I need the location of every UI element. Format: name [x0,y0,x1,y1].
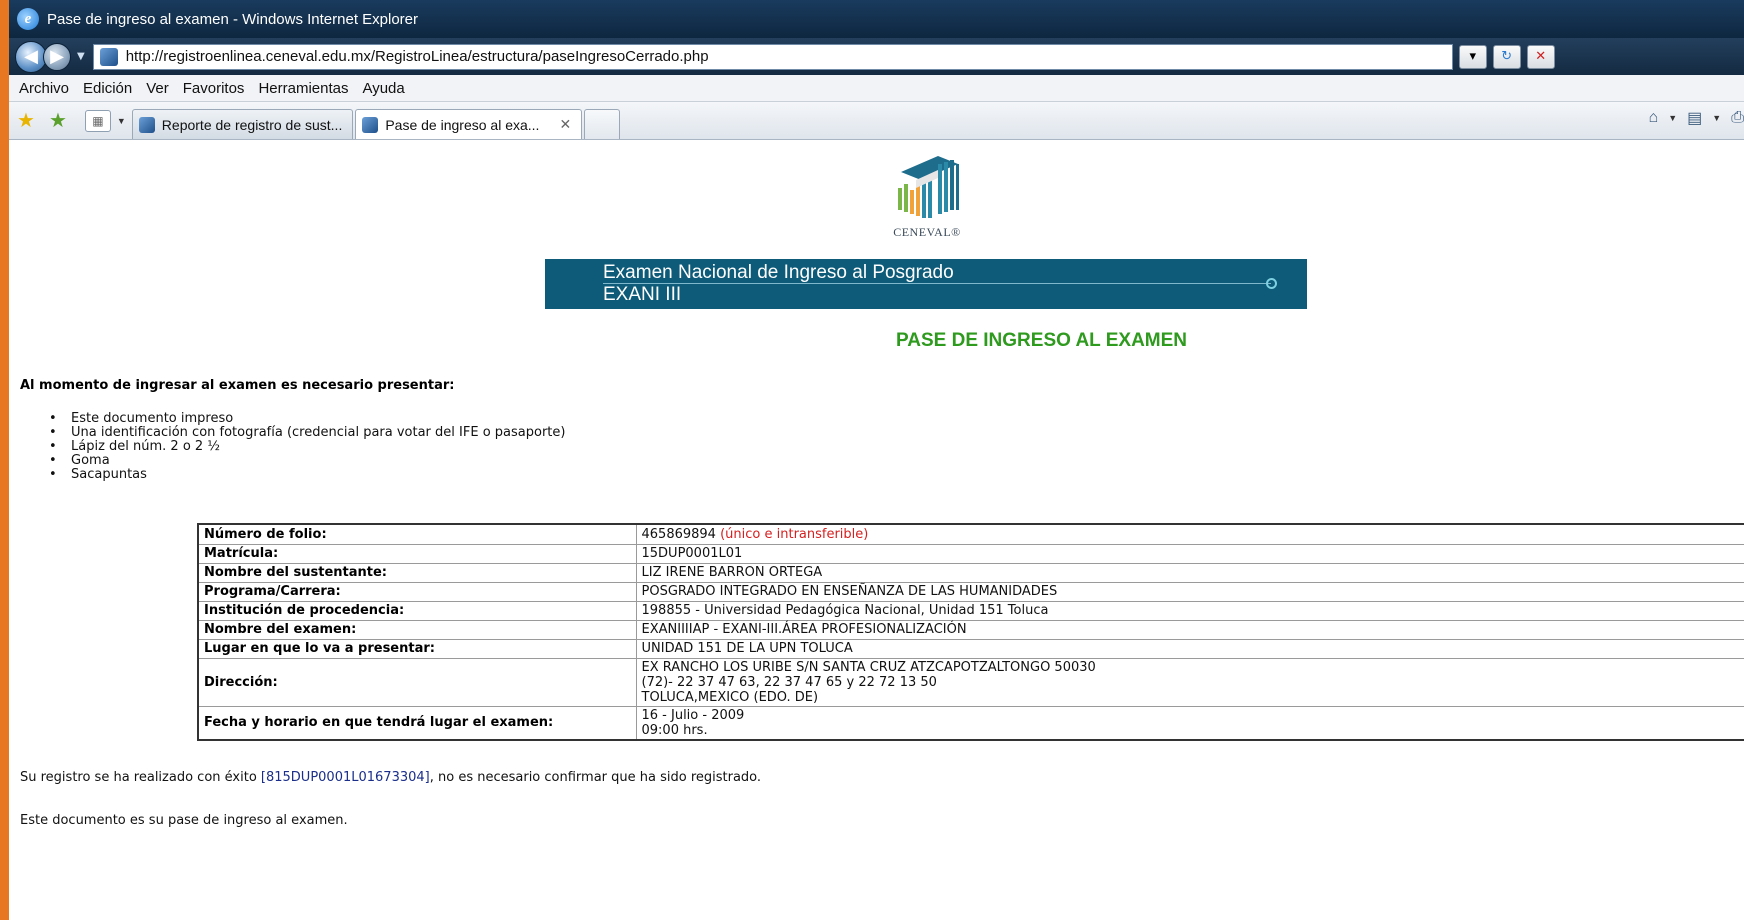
title-bar: e Pase de ingreso al examen - Windows In… [9,0,1744,38]
window-title: Pase de ingreso al examen - Windows Inte… [47,10,419,28]
institucion-value: 198855 - Universidad Pedagógica Nacional… [635,601,1744,621]
registration-code: [815DUP0001L01673304] [260,770,430,785]
list-item: Una identificación con fotografía (crede… [51,426,565,440]
banner-title: Examen Nacional de Ingreso al Posgrado [603,262,954,283]
fecha-label: Fecha y horario en que tendrá lugar el e… [198,706,636,741]
closing-message: Este documento es su pase de ingreso al … [20,813,348,828]
folio-number: 465869894 [641,526,716,542]
favorites-star-icon[interactable]: ★ [17,108,35,133]
new-tab-button[interactable] [584,109,621,139]
matricula-label: Matrícula: [198,544,636,564]
direccion-value: EX RANCHO LOS URIBE S/N SANTA CRUZ ATZCA… [635,658,1744,707]
direccion-line: (72)- 22 37 47 63, 22 37 47 65 y 22 72 1… [641,674,937,690]
tab-label: Pase de ingreso al exa... [385,116,540,133]
institucion-label: Institución de procedencia: [198,601,636,621]
url-input[interactable]: http://registroenlinea.ceneval.edu.mx/Re… [92,43,1453,70]
tab-pase[interactable]: Pase de ingreso al exa... ✕ [355,109,583,139]
list-item: Goma [51,454,565,468]
table-row: Lugar en que lo va a presentar: UNIDAD 1… [198,639,1744,659]
list-item: Este documento impreso [51,412,565,426]
url-text: http://registroenlinea.ceneval.edu.mx/Re… [125,48,709,65]
url-dropdown-icon[interactable]: ▾ [1458,44,1487,69]
quick-tabs-icon[interactable]: ▦ [84,109,111,132]
folio-value: 465869894 (único e intransferible) [635,524,1744,545]
banner-circle-icon [1266,278,1277,289]
page-title: PASE DE INGRESO AL EXAMEN [895,330,1188,351]
exam-banner: Examen Nacional de Ingreso al Posgrado E… [545,259,1307,309]
ceneval-logo-text: CENEVAL® [893,225,961,239]
menu-ayuda[interactable]: Ayuda [362,80,404,97]
folio-label: Número de folio: [198,524,636,545]
lugar-value: UNIDAD 151 DE LA UPN TOLUCA [635,639,1744,659]
examen-value: EXANIIIIAP - EXANI-III.ÁREA PROFESIONALI… [635,620,1744,640]
menu-archivo[interactable]: Archivo [19,80,69,97]
ceneval-logo-icon [898,156,959,218]
menu-bar: Archivo Edición Ver Favoritos Herramient… [9,75,1744,102]
page-icon [362,116,379,133]
folio-note: (único e intransferible) [720,526,869,542]
feeds-icon[interactable]: ▤ [1687,108,1702,128]
history-dropdown-icon[interactable]: ▼ [77,51,85,62]
tab-list-dropdown-icon[interactable]: ▼ [117,116,126,126]
address-bar: ◀ ▶ ▼ http://registroenlinea.ceneval.edu… [9,38,1744,75]
nombre-value: LIZ IRENE BARRON ORTEGA [635,563,1744,583]
print-icon[interactable]: ⎙ [1731,109,1744,127]
table-row: Nombre del sustentante: LIZ IRENE BARRON… [198,563,1744,583]
page-icon [138,116,155,133]
list-item: Lápiz del núm. 2 o 2 ½ [51,440,565,454]
requirements-list: Este documento impreso Una identificació… [51,412,565,482]
direccion-line: EX RANCHO LOS URIBE S/N SANTA CRUZ ATZCA… [641,659,1096,675]
table-row: Institución de procedencia: 198855 - Uni… [198,601,1744,621]
table-row: Fecha y horario en que tendrá lugar el e… [198,706,1744,741]
menu-herramientas[interactable]: Herramientas [258,80,348,97]
menu-edicion[interactable]: Edición [83,80,132,97]
table-row: Dirección: EX RANCHO LOS URIBE S/N SANTA… [198,658,1744,707]
stop-icon[interactable]: ✕ [1526,44,1555,69]
direccion-label: Dirección: [198,658,636,707]
direccion-line: TOLUCA,MEXICO (EDO. DE) [641,689,819,705]
fecha-time: 09:00 hrs. [641,722,708,738]
tab-reporte[interactable]: Reporte de registro de sust... [131,109,354,139]
menu-favoritos[interactable]: Favoritos [183,80,245,97]
banner-subtitle: EXANI III [603,284,682,305]
success-message: Su registro se ha realizado con éxito [8… [20,770,761,785]
banner-line [603,283,1271,284]
browser-window: e Pase de ingreso al examen - Windows In… [9,0,1744,920]
success-text: Su registro se ha realizado con éxito [20,770,261,785]
menu-ver[interactable]: Ver [146,80,169,97]
add-favorites-icon[interactable]: ★ [49,108,67,133]
table-row: Nombre del examen: EXANIIIIAP - EXANI-II… [198,620,1744,640]
home-dropdown-icon[interactable]: ▼ [1668,113,1677,123]
page-content: CENEVAL® Examen Nacional de Ingreso al P… [9,140,1744,920]
matricula-value: 15DUP0001L01 [635,544,1744,564]
forward-icon[interactable]: ▶ [43,42,71,71]
table-row: Programa/Carrera: POSGRADO INTEGRADO EN … [198,582,1744,602]
examen-label: Nombre del examen: [198,620,636,640]
registration-table: Número de folio: 465869894 (único e intr… [197,523,1744,741]
programa-label: Programa/Carrera: [198,582,636,602]
list-item: Sacapuntas [51,468,565,482]
ie-logo-icon: e [17,8,39,30]
feeds-dropdown-icon[interactable]: ▼ [1712,113,1721,123]
tab-bar: ★ ★ ▦ ▼ Reporte de registro de sust... P… [9,102,1744,140]
nombre-label: Nombre del sustentante: [198,563,636,583]
success-text-end: , no es necesario confirmar que ha sido … [429,770,762,785]
tab-label: Reporte de registro de sust... [161,116,343,133]
home-icon[interactable]: ⌂ [1649,109,1659,127]
refresh-icon[interactable]: ↻ [1492,44,1521,69]
fecha-date: 16 - Julio - 2009 [641,707,745,723]
fecha-value: 16 - Julio - 2009 09:00 hrs. [635,706,1744,741]
requirements-intro: Al momento de ingresar al examen es nece… [20,378,455,393]
page-icon [99,47,118,66]
table-row: Número de folio: 465869894 (único e intr… [198,524,1744,545]
programa-value: POSGRADO INTEGRADO EN ENSEÑANZA DE LAS H… [635,582,1744,602]
table-row: Matrícula: 15DUP0001L01 [198,544,1744,564]
lugar-label: Lugar en que lo va a presentar: [198,639,636,659]
close-tab-icon[interactable]: ✕ [559,116,571,133]
